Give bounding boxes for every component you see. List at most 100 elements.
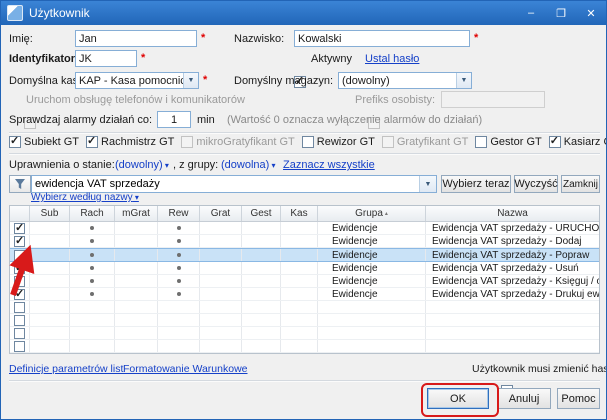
module-cell	[30, 288, 70, 300]
row-checkbox[interactable]	[14, 276, 25, 287]
column-header-rach[interactable]: Rach	[70, 206, 115, 221]
row-checkbox[interactable]	[14, 250, 25, 261]
checkbox-icon[interactable]	[9, 136, 21, 148]
cell-grupa	[318, 327, 426, 339]
default-cash-select[interactable]: KAP - Kasa pomocnicza ▼	[75, 72, 199, 89]
module-cell	[200, 262, 242, 274]
filter-button[interactable]	[9, 175, 31, 193]
module-cell	[115, 262, 158, 274]
module-label: Subiekt GT	[24, 136, 79, 148]
permission-group-dropdown[interactable]: (dowolna)	[221, 159, 276, 171]
table-row[interactable]	[10, 301, 599, 314]
required-asterisk: *	[203, 74, 207, 86]
phones-label: Uruchom obsługę telefonów i komunikatoró…	[26, 94, 245, 106]
module-checkbox-item[interactable]: Gestor GT	[475, 136, 541, 148]
module-cell	[115, 314, 158, 326]
row-checkbox[interactable]	[14, 302, 25, 313]
group-label: , z grupy:	[173, 159, 218, 171]
table-row[interactable]	[10, 327, 599, 340]
cell-nazwa	[426, 314, 599, 326]
last-name-label: Nazwisko:	[234, 33, 284, 45]
column-header-sub[interactable]: Sub	[30, 206, 70, 221]
module-cell	[115, 275, 158, 287]
module-checkbox-item[interactable]: Rewizor GT	[302, 136, 375, 148]
search-combobox[interactable]: ▼	[31, 175, 437, 193]
row-checkbox[interactable]	[14, 354, 25, 355]
identifier-input[interactable]	[75, 50, 137, 67]
row-checkbox-cell	[10, 301, 30, 313]
module-checkbox-item[interactable]: Rachmistrz GT	[86, 136, 174, 148]
table-row[interactable]: EwidencjeEwidencja VAT sprzedaży - Dodaj	[10, 235, 599, 248]
ok-button[interactable]: OK	[427, 388, 489, 409]
title-bar: Użytkownik – ❐ ✕	[1, 1, 606, 25]
row-checkbox[interactable]	[14, 223, 25, 234]
module-checkbox-item[interactable]: Subiekt GT	[9, 136, 79, 148]
table-row[interactable]	[10, 340, 599, 353]
close-button[interactable]: ✕	[576, 1, 606, 25]
cell-grupa	[318, 340, 426, 352]
column-header-grupa[interactable]: Grupa▴	[318, 206, 426, 221]
required-asterisk: *	[141, 52, 145, 64]
last-name-input[interactable]	[294, 30, 470, 47]
module-cell	[158, 340, 200, 352]
column-header-nazwa[interactable]: Nazwa	[426, 206, 599, 221]
table-row[interactable]: EwidencjeEwidencja VAT sprzedaży - Druku…	[10, 288, 599, 301]
checkbox-icon[interactable]	[302, 136, 314, 148]
column-header-kas[interactable]: Kas	[281, 206, 318, 221]
select-all-link[interactable]: Zaznacz wszystkie	[283, 159, 375, 171]
column-header-mgrat[interactable]: mGrat	[115, 206, 158, 221]
row-checkbox-cell	[10, 262, 30, 274]
column-header-grat[interactable]: Grat	[200, 206, 242, 221]
table-row[interactable]: EwidencjeEwidencja VAT sprzedaży - Popra…	[10, 248, 599, 262]
required-asterisk: *	[201, 32, 205, 44]
permission-state-dropdown[interactable]: (dowolny)	[115, 159, 169, 171]
cell-nazwa: Ewidencja VAT sprzedaży - URUCHOM MODU	[426, 222, 599, 234]
minimize-button[interactable]: –	[516, 1, 546, 25]
help-button[interactable]: Pomoc	[557, 388, 600, 409]
row-checkbox[interactable]	[14, 263, 25, 274]
row-checkbox[interactable]	[14, 328, 25, 339]
row-checkbox-cell	[10, 353, 30, 354]
row-checkbox[interactable]	[14, 236, 25, 247]
module-cell	[70, 262, 115, 274]
table-row[interactable]: EwidencjeEwidencja VAT sprzedaży - Księg…	[10, 275, 599, 288]
table-row[interactable]	[10, 353, 599, 354]
row-checkbox-cell	[10, 288, 30, 300]
cancel-button[interactable]: Anuluj	[497, 388, 551, 409]
maximize-button[interactable]: ❐	[546, 1, 576, 25]
row-checkbox[interactable]	[14, 315, 25, 326]
module-cell	[158, 301, 200, 313]
first-name-input[interactable]	[75, 30, 197, 47]
default-warehouse-select[interactable]: (dowolny) ▼	[338, 72, 472, 89]
conditional-formatting-link[interactable]: Formatowanie Warunkowe	[123, 363, 248, 375]
module-cell	[30, 327, 70, 339]
module-cell	[200, 235, 242, 247]
table-row[interactable]	[10, 314, 599, 327]
module-label: Kasiarz GT	[564, 136, 607, 148]
checkbox-icon[interactable]	[86, 136, 98, 148]
close-filter-button[interactable]: Zamknij	[561, 175, 600, 193]
column-header-gest[interactable]: Gest	[242, 206, 281, 221]
sort-asc-icon: ▴	[385, 210, 388, 217]
checkbox-icon[interactable]	[549, 136, 561, 148]
module-cell	[200, 340, 242, 352]
select-by-name-link[interactable]: Wybierz według nazwy	[31, 192, 139, 203]
row-checkbox[interactable]	[14, 289, 25, 300]
select-now-button[interactable]: Wybierz teraz	[441, 175, 511, 193]
table-row[interactable]: EwidencjeEwidencja VAT sprzedaży - Usuń	[10, 262, 599, 275]
column-header-rew[interactable]: Rew	[158, 206, 200, 221]
module-checkbox-item[interactable]: Kasiarz GT	[549, 136, 607, 148]
module-cell	[115, 249, 158, 261]
set-password-link[interactable]: Ustal hasło	[365, 53, 419, 65]
table-row[interactable]: EwidencjeEwidencja VAT sprzedaży - URUCH…	[10, 222, 599, 235]
module-cell	[70, 235, 115, 247]
module-cell	[281, 327, 318, 339]
prefix-label: Prefiks osobisty:	[355, 94, 435, 106]
user-dialog: Użytkownik – ❐ ✕ Imię: * Nazwisko: * Ide…	[0, 0, 607, 420]
row-checkbox[interactable]	[14, 341, 25, 352]
clear-button[interactable]: Wyczyść	[514, 175, 558, 193]
list-parameters-link[interactable]: Definicje parametrów list	[9, 363, 123, 375]
checkbox-icon[interactable]	[475, 136, 487, 148]
alarms-interval-input[interactable]	[157, 111, 191, 128]
search-input[interactable]	[32, 178, 419, 190]
